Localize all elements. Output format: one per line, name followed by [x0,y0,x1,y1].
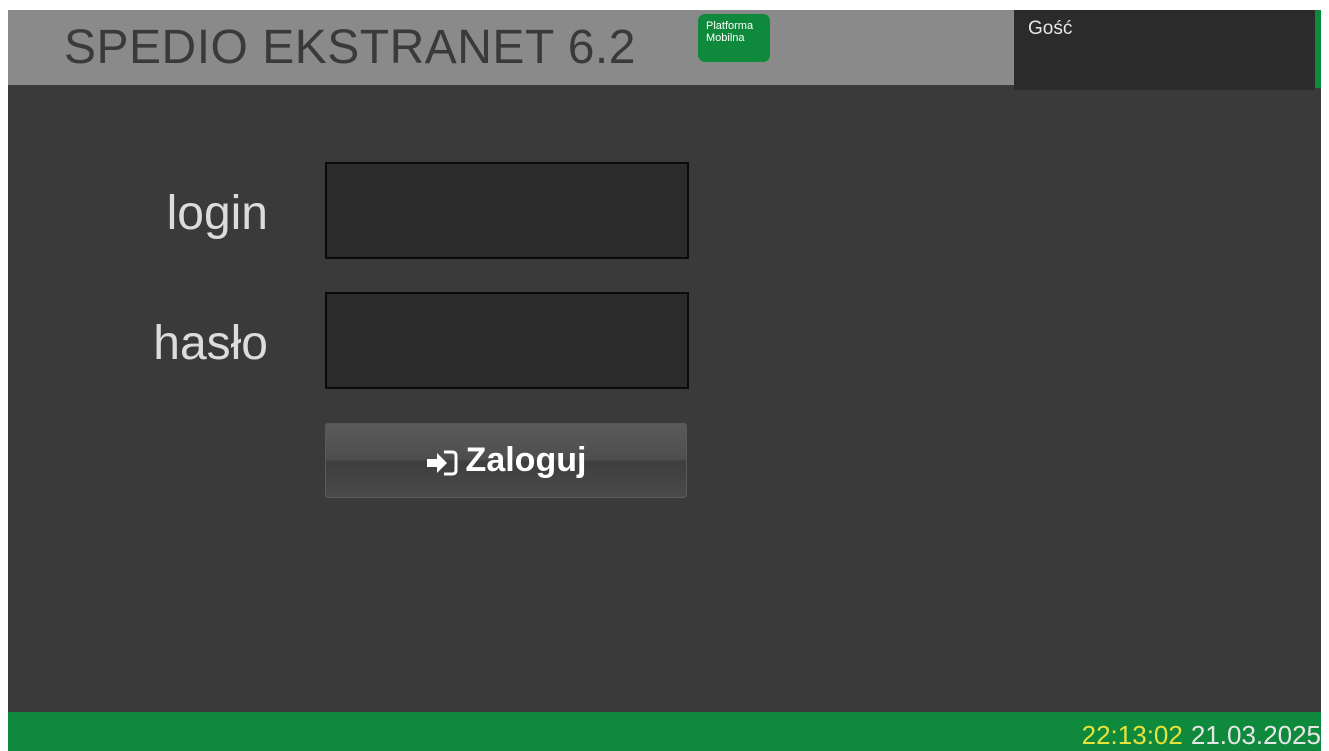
user-name: Gość [1028,18,1073,39]
sign-in-icon [426,447,458,475]
platform-badge-line1: Platforma [706,20,754,32]
login-button-label: Zaloguj [465,441,587,479]
platform-badge: Platforma Mobilna [698,14,770,62]
clock-time: 22:13:02 [1081,720,1183,750]
clock-date: 21.03.2025 [1190,720,1321,750]
login-label: login [166,187,268,240]
user-panel: Gość [1014,10,1315,90]
user-panel-accent [1315,10,1321,88]
status-bar: 22:13:02 21.03.2025 [8,712,1321,751]
app-window: SPEDIO EKSTRANET 6.2 Platforma Mobilna G… [8,10,1321,751]
platform-badge-line2: Mobilna [706,32,745,44]
login-button[interactable]: Zaloguj [325,423,687,498]
login-input[interactable] [325,162,689,259]
password-input[interactable] [325,292,689,389]
clock: 22:13:02 21.03.2025 [1082,720,1321,750]
app-title: SPEDIO EKSTRANET 6.2 [64,21,636,74]
password-label: hasło [153,317,268,370]
